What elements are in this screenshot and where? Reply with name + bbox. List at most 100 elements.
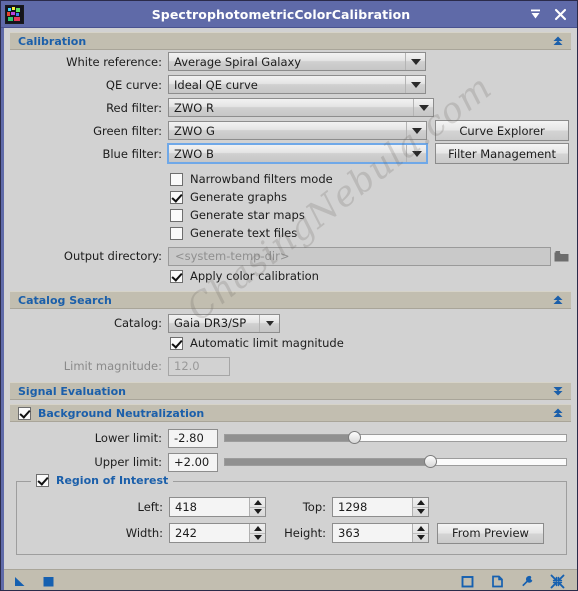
row-catalog: Catalog: Gaia DR3/SP (4, 312, 577, 334)
from-preview-button[interactable]: From Preview (437, 522, 544, 544)
chevron-down-icon[interactable] (406, 122, 426, 139)
chevron-down-icon[interactable] (259, 314, 279, 332)
lower-limit-slider[interactable] (224, 429, 567, 448)
close-icon[interactable] (553, 7, 567, 21)
spin-buttons[interactable] (412, 524, 428, 542)
label-upper-limit: Upper limit: (94, 455, 162, 469)
lower-limit-input[interactable]: -2.80 (168, 428, 218, 448)
chevron-down-icon[interactable] (405, 53, 425, 70)
label-limit-magnitude: Limit magnitude: (63, 359, 162, 373)
catalog-combo[interactable]: Gaia DR3/SP (168, 313, 280, 333)
green-filter-combo[interactable]: ZWO G (168, 121, 428, 140)
apply-arrow-icon[interactable] (12, 573, 28, 589)
checkbox-automatic-limit-magnitude[interactable]: Automatic limit magnitude (4, 334, 577, 352)
section-title-catalog-search: Catalog Search (18, 293, 112, 307)
region-of-interest-title[interactable]: Region of Interest (31, 474, 174, 487)
label-output-directory: Output directory: (63, 249, 162, 263)
label-blue-filter: Blue filter: (102, 146, 162, 161)
checkbox-generate-star-maps[interactable]: Generate star maps (4, 206, 577, 224)
checkbox-box[interactable] (170, 190, 183, 204)
output-directory-input[interactable]: <system-temp-dir> (168, 246, 551, 266)
slider-handle[interactable] (423, 455, 437, 468)
section-header-catalog-search[interactable]: Catalog Search (10, 291, 571, 309)
double-chevron-up-icon[interactable] (551, 34, 565, 48)
window-body: ChasingNebula.com Calibration White refe… (1, 28, 577, 590)
qe-curve-value: Ideal QE curve (174, 77, 258, 92)
label-red-filter: Red filter: (106, 100, 162, 115)
spin-down-icon[interactable] (413, 534, 428, 543)
section-header-background-neutralization[interactable]: Background Neutralization (10, 404, 571, 422)
blue-filter-combo[interactable]: ZWO B (166, 143, 429, 164)
row-limit-magnitude: Limit magnitude: 12.0 (4, 355, 577, 377)
double-chevron-up-icon[interactable] (551, 293, 565, 307)
upper-limit-input[interactable]: +2.00 (168, 452, 218, 472)
label-lower-limit: Lower limit: (94, 431, 162, 445)
double-chevron-down-icon[interactable] (551, 384, 565, 398)
checkbox-box[interactable] (170, 172, 183, 186)
row-lower-limit: Lower limit: -2.80 (4, 426, 577, 450)
title-bar[interactable]: SpectrophotometricColorCalibration (1, 1, 577, 28)
section-header-signal-evaluation[interactable]: Signal Evaluation (10, 382, 571, 400)
section-title-background-neutralization: Background Neutralization (38, 406, 205, 420)
checkbox-generate-graphs[interactable]: Generate graphs (4, 188, 577, 206)
limit-magnitude-value: 12.0 (174, 359, 200, 373)
curve-explorer-button[interactable]: Curve Explorer (435, 120, 569, 141)
output-directory-placeholder: <system-temp-dir> (175, 249, 290, 263)
slider-handle[interactable] (348, 431, 362, 444)
checkbox-label: Apply color calibration (190, 269, 319, 283)
bottom-toolbar (4, 569, 577, 590)
roi-height-spinbox[interactable]: 363 (332, 523, 429, 543)
row-qe-curve: QE curve: Ideal QE curve (4, 73, 577, 96)
spin-down-icon[interactable] (250, 534, 265, 543)
chevron-down-icon[interactable] (413, 99, 433, 116)
qe-curve-combo[interactable]: Ideal QE curve (168, 75, 426, 94)
spin-up-icon[interactable] (413, 524, 428, 534)
spin-buttons[interactable] (249, 524, 265, 542)
checkbox-narrowband-filters-mode[interactable]: Narrowband filters mode (4, 170, 577, 188)
spin-down-icon[interactable] (250, 508, 265, 517)
folder-icon[interactable] (551, 250, 571, 263)
label-roi-top: Top: (302, 500, 326, 514)
checkbox-region-of-interest[interactable] (36, 474, 49, 487)
title-bar-buttons (528, 7, 571, 21)
checkbox-box[interactable] (170, 336, 183, 350)
pixinsight-process-icon (5, 4, 24, 24)
section-header-calibration[interactable]: Calibration (10, 32, 571, 50)
row-red-filter: Red filter: ZWO R (4, 96, 577, 119)
spin-buttons[interactable] (249, 498, 265, 516)
red-filter-value: ZWO R (174, 100, 214, 115)
new-instance-square-icon[interactable] (459, 573, 475, 589)
document-icon[interactable] (489, 573, 505, 589)
collapse-roll-up-icon[interactable] (528, 7, 542, 21)
checkbox-background-neutralization[interactable] (18, 406, 31, 420)
collapse-arrows-icon[interactable] (549, 573, 565, 589)
roi-height-value: 363 (338, 526, 360, 540)
checkbox-box[interactable] (170, 226, 183, 240)
chevron-down-icon[interactable] (406, 145, 426, 162)
checkbox-box[interactable] (170, 208, 183, 222)
wrench-icon[interactable] (519, 573, 535, 589)
content-area: Calibration White reference: Average Spi… (4, 28, 577, 555)
upper-limit-slider[interactable] (224, 453, 567, 472)
filter-management-button[interactable]: Filter Management (435, 143, 569, 164)
spin-up-icon[interactable] (250, 524, 265, 534)
white-reference-combo[interactable]: Average Spiral Galaxy (168, 52, 426, 71)
spin-up-icon[interactable] (413, 498, 428, 508)
double-chevron-up-icon[interactable] (551, 406, 565, 420)
spin-buttons[interactable] (412, 498, 428, 516)
upper-limit-value: +2.00 (174, 455, 210, 469)
checkbox-label: Generate graphs (190, 190, 288, 204)
roi-top-spinbox[interactable]: 1298 (332, 497, 429, 517)
row-roi-left-top: Left: 418 Top: 1298 (17, 494, 566, 520)
red-filter-combo[interactable]: ZWO R (168, 98, 434, 117)
checkbox-generate-text-files[interactable]: Generate text files (4, 224, 577, 242)
checkbox-apply-color-calibration[interactable]: Apply color calibration (4, 267, 577, 285)
roi-left-spinbox[interactable]: 418 (169, 497, 266, 517)
checkbox-box[interactable] (170, 269, 183, 283)
chevron-down-icon[interactable] (405, 76, 425, 93)
spin-up-icon[interactable] (250, 498, 265, 508)
spin-down-icon[interactable] (413, 508, 428, 517)
roi-width-spinbox[interactable]: 242 (169, 523, 266, 543)
stop-square-icon[interactable] (40, 573, 56, 589)
bottom-toolbar-right (459, 573, 569, 589)
